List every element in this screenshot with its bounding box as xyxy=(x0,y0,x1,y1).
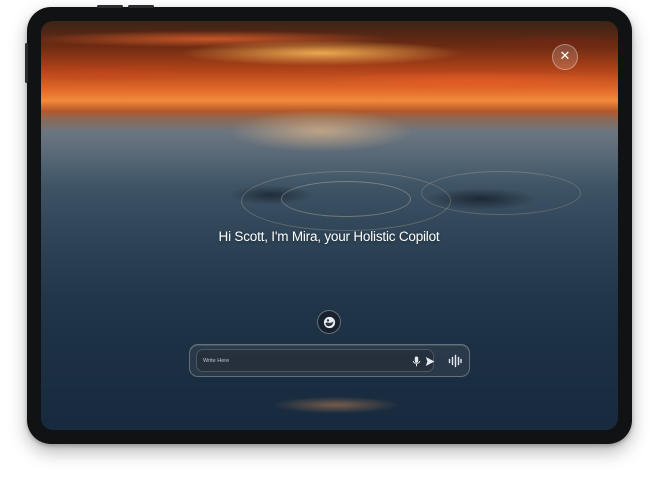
assistant-avatar[interactable] xyxy=(317,310,341,334)
voice-waveform-icon[interactable] xyxy=(448,354,462,368)
close-icon: ✕ xyxy=(559,49,571,64)
tablet-frame xyxy=(25,5,632,444)
message-composer xyxy=(189,344,470,377)
water-ripple xyxy=(281,181,411,217)
side-button xyxy=(25,43,28,83)
close-button[interactable]: ✕ xyxy=(552,44,578,70)
greeting-text: Hi Scott, I'm Mira, your Holistic Copilo… xyxy=(218,229,440,244)
microphone-icon[interactable] xyxy=(412,356,421,367)
volume-button xyxy=(128,5,154,8)
volume-button xyxy=(97,5,123,8)
message-input[interactable] xyxy=(203,353,399,368)
water-ripple xyxy=(421,171,581,215)
horizon-glow xyxy=(191,107,451,177)
send-icon[interactable] xyxy=(425,356,435,367)
message-input-container xyxy=(196,349,435,372)
sunset-sky xyxy=(41,21,618,111)
light-reflection xyxy=(241,391,431,421)
assistant-orb-icon xyxy=(323,316,336,329)
